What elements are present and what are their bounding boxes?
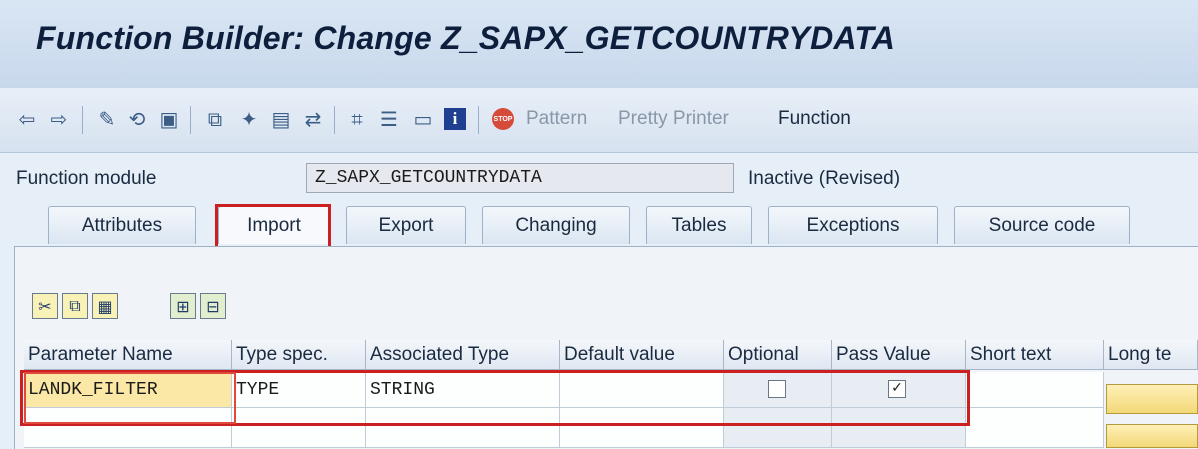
tab-strip: Attributes Import Export Changing Tables…: [10, 206, 1198, 246]
status-text: Inactive (Revised): [748, 168, 901, 189]
forward-arrow-icon[interactable]: ⇨: [46, 106, 72, 132]
edit-pencil-icon[interactable]: ✎: [94, 106, 120, 132]
activate-icon[interactable]: ▣: [156, 106, 182, 132]
column-header-optional[interactable]: Optional: [724, 340, 832, 370]
tab-tables[interactable]: Tables: [646, 206, 752, 244]
other-object-icon[interactable]: ☰: [376, 106, 402, 132]
info-icon[interactable]: i: [442, 106, 468, 132]
title-bar: Function Builder: Change Z_SAPX_GETCOUNT…: [0, 0, 1198, 88]
short-text-cell[interactable]: [966, 372, 1104, 408]
tab-exceptions[interactable]: Exceptions: [768, 206, 938, 244]
tab-export[interactable]: Export: [346, 206, 466, 244]
info-list-icon[interactable]: ▭: [410, 106, 436, 132]
application-toolbar: ⇦ ⇨ ✎ ⟲ ▣ ⧉ ✦ ▤ ⇄ ⌗ ☰ ▭ i STOP Pattern P…: [0, 88, 1198, 153]
copy-icon[interactable]: ⧉: [62, 293, 88, 319]
toolbar-separator: [82, 106, 83, 134]
stop-icon[interactable]: STOP: [490, 106, 516, 132]
empty-row-cell[interactable]: [966, 408, 1104, 448]
function-module-label: Function module: [16, 168, 157, 189]
tab-source-code[interactable]: Source code: [954, 206, 1130, 244]
hierarchy-icon[interactable]: ⌗: [344, 106, 370, 132]
function-module-field[interactable]: Z_SAPX_GETCOUNTRYDATA: [306, 163, 734, 193]
display-change-icon[interactable]: ⟲: [124, 106, 150, 132]
insert-row-icon[interactable]: ⊞: [170, 293, 196, 319]
cut-icon[interactable]: ✂: [32, 293, 58, 319]
object-list-icon[interactable]: ✦: [236, 106, 262, 132]
column-header-default-value[interactable]: Default value: [560, 340, 724, 370]
tab-attributes[interactable]: Attributes: [48, 206, 196, 244]
column-header-associated-type[interactable]: Associated Type: [366, 340, 560, 370]
delete-row-icon[interactable]: ⊟: [200, 293, 226, 319]
long-text-button[interactable]: [1106, 384, 1198, 414]
toolbar-separator: [190, 106, 191, 134]
paste-icon[interactable]: ▦: [92, 293, 118, 319]
function-button[interactable]: Function: [778, 108, 851, 130]
long-text-button[interactable]: [1106, 424, 1198, 448]
column-header-parameter-name[interactable]: Parameter Name: [24, 340, 232, 370]
tab-changing[interactable]: Changing: [482, 206, 630, 244]
where-used-icon[interactable]: ⧉: [202, 106, 228, 132]
column-header-pass-value[interactable]: Pass Value: [832, 340, 966, 370]
column-header-long-text[interactable]: Long te: [1104, 340, 1198, 370]
parameter-name-highlight: [24, 372, 236, 424]
toolbar-separator: [478, 106, 479, 134]
check-icon[interactable]: ⇄: [300, 106, 326, 132]
pretty-printer-button[interactable]: Pretty Printer: [618, 108, 729, 130]
column-header-type-spec[interactable]: Type spec.: [232, 340, 366, 370]
toolbar-separator: [334, 106, 335, 134]
column-header-short-text[interactable]: Short text: [966, 340, 1104, 370]
back-arrow-icon[interactable]: ⇦: [14, 106, 40, 132]
navigation-window-icon[interactable]: ▤: [268, 106, 294, 132]
pattern-button[interactable]: Pattern: [526, 108, 587, 130]
window-title: Function Builder: Change Z_SAPX_GETCOUNT…: [36, 20, 896, 56]
